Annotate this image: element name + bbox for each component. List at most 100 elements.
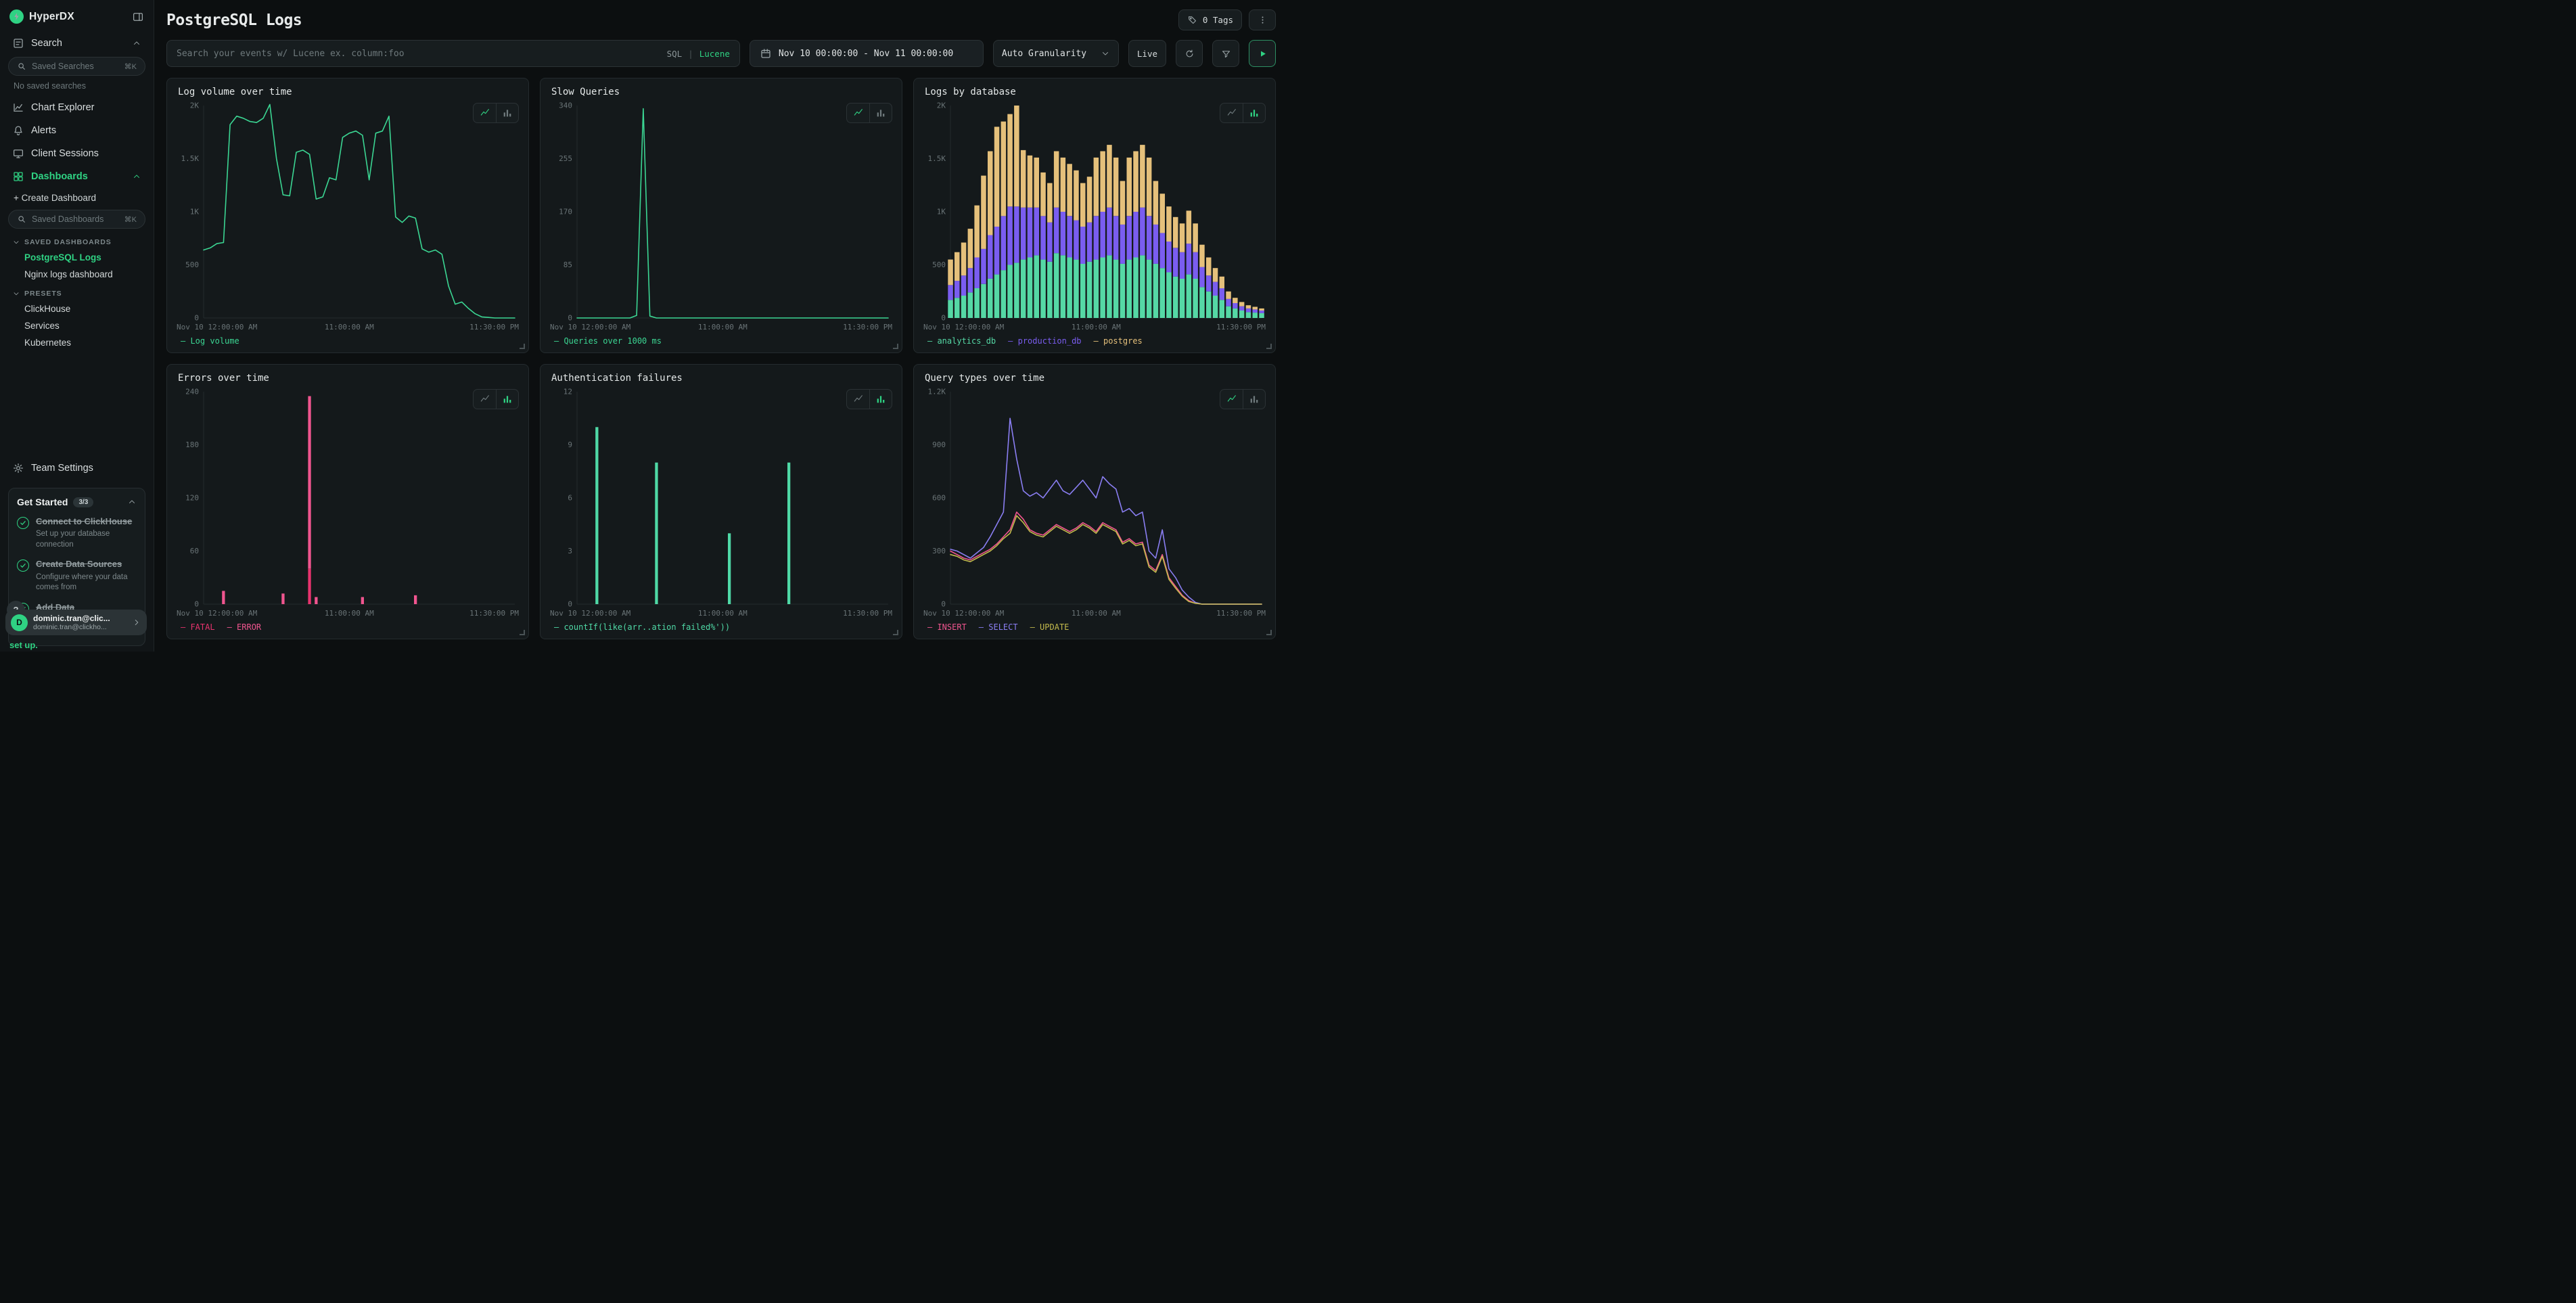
create-dashboard-button[interactable]: + Create Dashboard	[8, 188, 145, 208]
resize-handle[interactable]	[893, 630, 898, 635]
event-search-input[interactable]	[177, 49, 659, 59]
get-started-task[interactable]: Create Data Sources Configure where your…	[17, 559, 137, 593]
sidebar-item-label: Search	[31, 38, 62, 49]
sidebar-item-team-settings[interactable]: Team Settings	[8, 457, 145, 480]
get-started-header[interactable]: Get Started 3/3	[17, 497, 137, 507]
resize-handle[interactable]	[1266, 344, 1272, 349]
saved-searches-search[interactable]: ⌘K	[8, 57, 145, 76]
legend-item[interactable]: — FATAL	[181, 622, 215, 632]
svg-text:11:30:00 PM: 11:30:00 PM	[469, 323, 519, 332]
get-started-task[interactable]: Connect to ClickHouse Set up your databa…	[17, 516, 137, 550]
sidebar-item-dashboards[interactable]: Dashboards	[8, 165, 145, 188]
header-actions: 0 Tags	[1178, 9, 1276, 30]
svg-text:11:30:00 PM: 11:30:00 PM	[843, 609, 892, 618]
event-search-box[interactable]: SQL | Lucene	[166, 40, 740, 67]
saved-dashboards-section-header[interactable]: SAVED DASHBOARDS	[8, 231, 145, 249]
line-chart-toggle-button[interactable]	[1220, 104, 1243, 122]
legend-item[interactable]: — ERROR	[227, 622, 262, 632]
line-chart-toggle-button[interactable]	[847, 104, 869, 122]
granularity-select[interactable]: Auto Granularity	[993, 40, 1119, 67]
logs-by-database-chart[interactable]: 05001K1.5K2KNov 10 12:00:00 AM11:00:00 A…	[922, 99, 1267, 334]
user-email: dominic.tran@clickho...	[33, 623, 127, 631]
search-section-icon	[12, 37, 24, 49]
resize-handle[interactable]	[520, 344, 525, 349]
chevron-up-icon	[127, 497, 137, 507]
svg-text:0: 0	[568, 600, 572, 609]
preset-link-kubernetes[interactable]: Kubernetes	[8, 334, 145, 351]
tags-button[interactable]: 0 Tags	[1178, 9, 1242, 30]
sidebar-item-label: Team Settings	[31, 463, 93, 474]
svg-text:1.2K: 1.2K	[928, 388, 946, 396]
resize-handle[interactable]	[520, 630, 525, 635]
legend-item[interactable]: — production_db	[1008, 336, 1081, 346]
dashboard-link-nginx-logs[interactable]: Nginx logs dashboard	[8, 266, 145, 283]
errors-chart[interactable]: 060120180240Nov 10 12:00:00 AM11:00:00 A…	[175, 385, 520, 620]
presets-section-header[interactable]: PRESETS	[8, 283, 145, 300]
svg-text:1K: 1K	[190, 208, 200, 216]
bar-chart-toggle-button[interactable]	[1243, 104, 1265, 122]
line-chart-toggle-button[interactable]	[847, 390, 869, 409]
svg-text:2K: 2K	[937, 101, 946, 110]
chevron-down-icon	[12, 290, 20, 298]
svg-text:170: 170	[559, 208, 572, 216]
sidebar-item-search[interactable]: Search	[8, 32, 145, 55]
play-icon	[1258, 49, 1268, 59]
svg-text:Nov 10 12:00:00 AM: Nov 10 12:00:00 AM	[923, 323, 1005, 332]
bar-chart-icon	[502, 394, 513, 405]
legend-item[interactable]: — Log volume	[181, 336, 239, 346]
resize-handle[interactable]	[1266, 630, 1272, 635]
legend-item[interactable]: — INSERT	[927, 622, 967, 632]
refresh-button[interactable]	[1176, 40, 1203, 67]
hyperdx-logo[interactable]: HyperDX	[9, 9, 74, 24]
lucene-toggle[interactable]: Lucene	[699, 49, 730, 59]
chart-explorer-icon	[12, 101, 24, 114]
filter-button[interactable]	[1212, 40, 1239, 67]
svg-text:11:30:00 PM: 11:30:00 PM	[1216, 323, 1266, 332]
bar-chart-toggle-button[interactable]	[869, 104, 892, 122]
chevron-down-icon	[12, 238, 20, 246]
line-chart-toggle-button[interactable]	[1220, 390, 1243, 409]
legend-item[interactable]: — postgres	[1094, 336, 1143, 346]
user-menu[interactable]: D dominic.tran@clic... dominic.tran@clic…	[5, 610, 147, 635]
slow-queries-chart[interactable]: 085170255340Nov 10 12:00:00 AM11:00:00 A…	[549, 99, 894, 334]
sidebar-item-chart-explorer[interactable]: Chart Explorer	[8, 96, 145, 119]
bar-chart-toggle-button[interactable]	[869, 390, 892, 409]
legend-item[interactable]: — SELECT	[979, 622, 1018, 632]
sql-toggle[interactable]: SQL	[667, 49, 683, 59]
query-types-chart[interactable]: 03006009001.2KNov 10 12:00:00 AM11:00:00…	[922, 385, 1267, 620]
setup-link[interactable]: set up.	[9, 640, 38, 650]
line-chart-icon	[853, 394, 864, 405]
preset-link-services[interactable]: Services	[8, 317, 145, 334]
auth-failures-chart[interactable]: 036912Nov 10 12:00:00 AM11:00:00 AM11:30…	[549, 385, 894, 620]
date-range-picker[interactable]: Nov 10 00:00:00 - Nov 11 00:00:00	[750, 40, 984, 67]
live-button[interactable]: Live	[1128, 40, 1166, 67]
bar-chart-toggle-button[interactable]	[496, 390, 518, 409]
saved-dashboards-search[interactable]: ⌘K	[8, 210, 145, 229]
legend-item[interactable]: — UPDATE	[1030, 622, 1070, 632]
run-query-button[interactable]	[1249, 40, 1276, 67]
log-volume-chart[interactable]: 05001K1.5K2KNov 10 12:00:00 AM11:00:00 A…	[175, 99, 520, 334]
line-chart-toggle-button[interactable]	[474, 104, 496, 122]
chart-area: 060120180240Nov 10 12:00:00 AM11:00:00 A…	[175, 385, 520, 620]
line-chart-toggle-button[interactable]	[474, 390, 496, 409]
collapse-sidebar-icon[interactable]	[132, 11, 144, 23]
sidebar-item-alerts[interactable]: Alerts	[8, 119, 145, 142]
bar-chart-toggle-button[interactable]	[1243, 390, 1265, 409]
bar-chart-toggle-button[interactable]	[496, 104, 518, 122]
svg-text:Nov 10 12:00:00 AM: Nov 10 12:00:00 AM	[177, 323, 258, 332]
legend-item[interactable]: — countIf(like(arr..ation failed%'))	[554, 622, 730, 632]
dashboard-menu-button[interactable]	[1249, 9, 1276, 30]
dashboard-link-postgresql-logs[interactable]: PostgreSQL Logs	[8, 249, 145, 266]
chevron-up-icon	[132, 172, 141, 181]
legend-item[interactable]: — analytics_db	[927, 336, 996, 346]
saved-searches-input[interactable]	[32, 62, 119, 71]
main-content: PostgreSQL Logs 0 Tags SQL | Lucene	[154, 0, 1288, 652]
resize-handle[interactable]	[893, 344, 898, 349]
svg-text:Nov 10 12:00:00 AM: Nov 10 12:00:00 AM	[550, 609, 631, 618]
sidebar-item-client-sessions[interactable]: Client Sessions	[8, 142, 145, 165]
shortcut-hint: ⌘K	[124, 215, 137, 224]
saved-dashboards-input[interactable]	[32, 214, 119, 224]
legend-item[interactable]: — Queries over 1000 ms	[554, 336, 662, 346]
preset-link-clickhouse[interactable]: ClickHouse	[8, 300, 145, 317]
toggle-divider: |	[688, 49, 693, 59]
